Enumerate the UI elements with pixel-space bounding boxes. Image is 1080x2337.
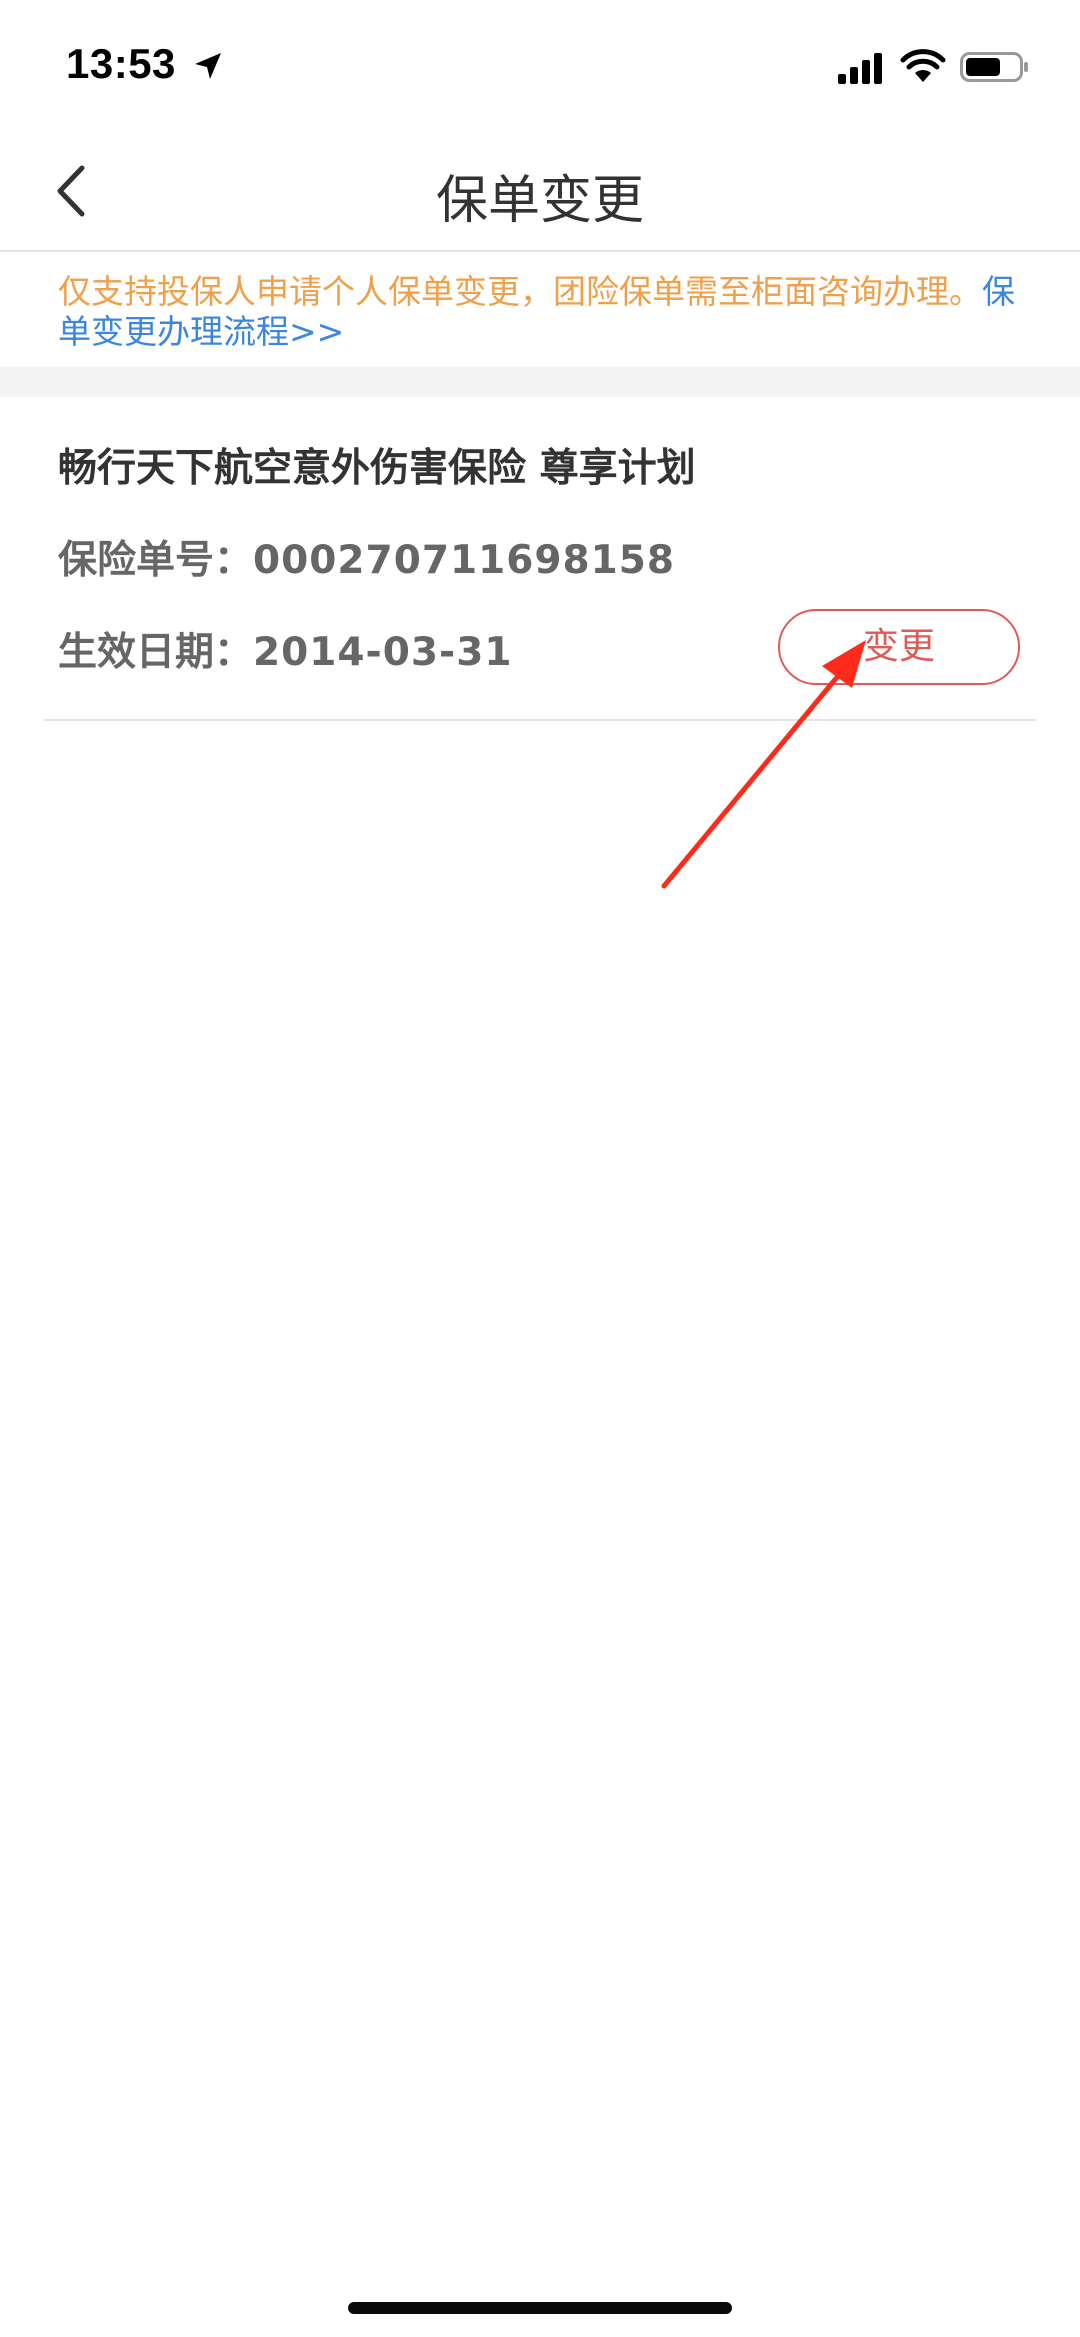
status-bar: 13:53 bbox=[0, 0, 1080, 130]
battery-icon bbox=[960, 52, 1028, 82]
policy-name: 畅行天下航空意外伤害保险 尊享计划 bbox=[58, 446, 696, 491]
status-time: 13:53 bbox=[66, 40, 176, 87]
notice-banner: 仅支持投保人申请个人保单变更，团险保单需至柜面咨询办理。保单变更办理流程>> bbox=[0, 252, 1080, 367]
page-title: 保单变更 bbox=[435, 171, 644, 231]
policy-number: 000270711698158 bbox=[253, 538, 676, 583]
location-arrow-icon bbox=[195, 53, 221, 79]
section-divider bbox=[0, 367, 1080, 397]
wifi-icon bbox=[900, 49, 946, 82]
effective-date: 2014-03-31 bbox=[253, 630, 513, 675]
change-button[interactable]: 变更 bbox=[778, 609, 1020, 685]
card-divider bbox=[44, 719, 1036, 721]
nav-bar: 保单变更 bbox=[0, 130, 1080, 252]
policy-number-row: 保险单号：000270711698158 bbox=[58, 529, 675, 585]
notice-text: 仅支持投保人申请个人保单变更，团险保单需至柜面咨询办理。 bbox=[58, 272, 982, 311]
signal-icon bbox=[838, 53, 882, 84]
effective-date-label: 生效日期： bbox=[58, 630, 254, 675]
effective-date-row: 生效日期：2014-03-31 bbox=[58, 621, 512, 677]
home-indicator bbox=[348, 2302, 732, 2314]
policy-card: 畅行天下航空意外伤害保险 尊享计划 保险单号：000270711698158 生… bbox=[0, 397, 1080, 722]
policy-number-label: 保险单号： bbox=[58, 538, 254, 583]
